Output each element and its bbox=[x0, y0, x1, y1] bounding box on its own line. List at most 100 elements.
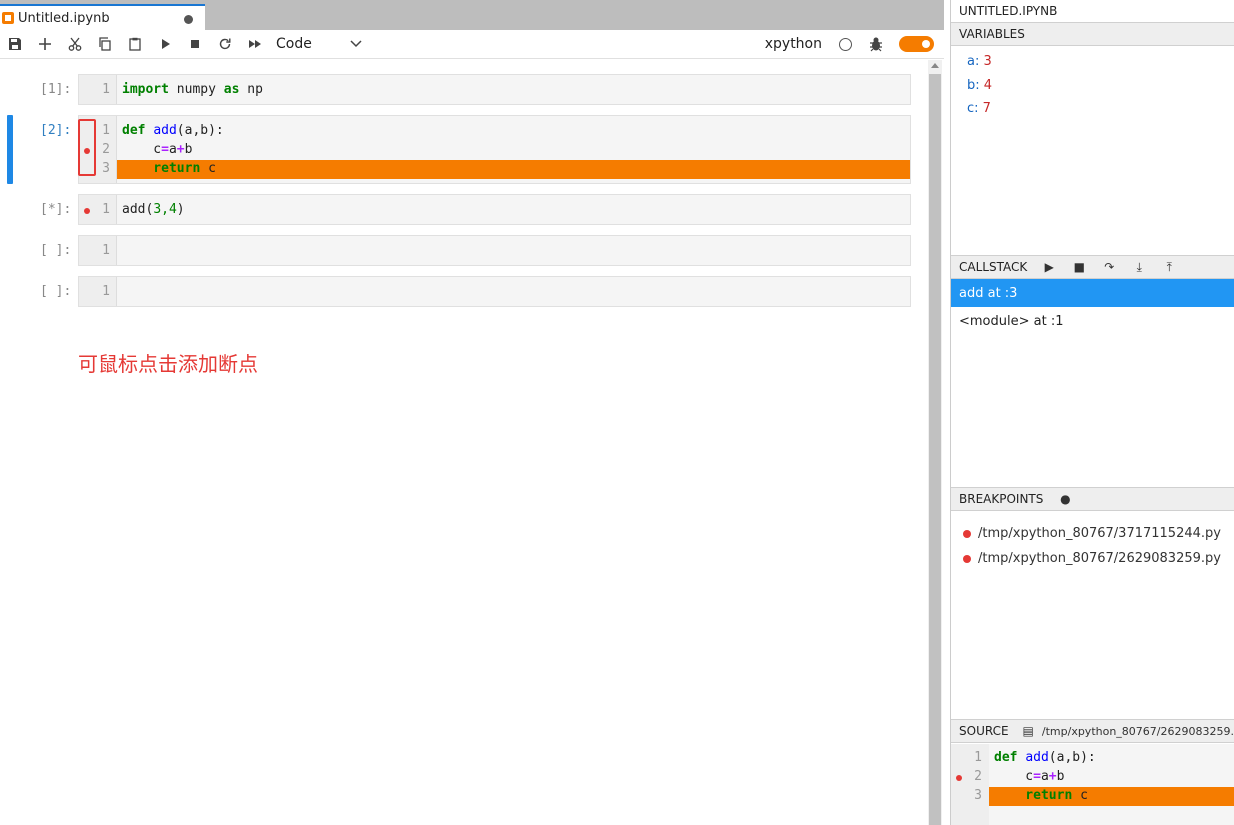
paste-icon bbox=[129, 37, 141, 51]
line-number: 1 bbox=[102, 243, 110, 258]
tab-notebook[interactable]: Untitled.ipynb bbox=[0, 4, 205, 30]
notebook-icon bbox=[2, 12, 14, 24]
terminate-icon[interactable]: ■ bbox=[1071, 260, 1087, 274]
cell-editor[interactable]: 1 bbox=[78, 235, 911, 266]
cells-area: [1]: 1 import numpy as np [2]: 1 def add… bbox=[0, 60, 928, 825]
cell-prompt: [ ]: bbox=[40, 243, 72, 258]
scroll-up-icon[interactable] bbox=[931, 63, 939, 68]
variable-item[interactable]: a: 3 bbox=[967, 54, 992, 69]
callstack-header-label: CALLSTACK bbox=[959, 260, 1028, 274]
line-number: 2 bbox=[974, 769, 982, 784]
notebook-panel: Untitled.ipynb Code xpython [1]: 1 impor… bbox=[0, 0, 944, 825]
code-line-current: 3 return c bbox=[951, 787, 1234, 806]
cell-type-select[interactable]: Code bbox=[276, 33, 366, 55]
variables-header: VARIABLES bbox=[951, 22, 1234, 46]
variable-value: 7 bbox=[982, 101, 991, 116]
variable-name: b: bbox=[967, 78, 980, 93]
kernel-status-icon bbox=[839, 38, 852, 51]
cell-editor[interactable]: 1 bbox=[78, 276, 911, 307]
cell-prompt: [1]: bbox=[40, 82, 72, 97]
add-icon bbox=[39, 38, 51, 50]
breakpoint-icon bbox=[963, 529, 971, 538]
breakpoint-item[interactable]: /tmp/xpython_80767/3717115244.py bbox=[963, 526, 1221, 541]
cell-editor[interactable]: 1 add(3,4) bbox=[78, 194, 911, 225]
code-line: 1 import numpy as np bbox=[79, 81, 910, 100]
continue-icon[interactable]: ▶ bbox=[1041, 260, 1057, 274]
cell-prompt: [2]: bbox=[40, 123, 72, 138]
breakpoint-path: /tmp/xpython_80767/3717115244.py bbox=[978, 526, 1221, 541]
code-line: 1 add(3,4) bbox=[79, 201, 910, 220]
cell-prompt: [ ]: bbox=[40, 284, 72, 299]
code-text: add(3,4) bbox=[122, 202, 185, 217]
source-path: /tmp/xpython_80767/2629083259.py bbox=[1041, 724, 1234, 738]
step-in-icon[interactable]: ⤓ bbox=[1131, 260, 1147, 275]
kernel-name[interactable]: xpython bbox=[765, 36, 822, 52]
add-cell-button[interactable] bbox=[30, 30, 60, 58]
run-icon bbox=[162, 39, 170, 49]
code-line: 1 def add(a,b): bbox=[951, 749, 1234, 768]
breakpoint-gutter-highlight bbox=[78, 119, 96, 176]
code-line: 1 def add(a,b): bbox=[79, 122, 910, 141]
remove-breakpoints-icon[interactable]: ● bbox=[1057, 492, 1073, 506]
variable-value: 4 bbox=[983, 78, 993, 93]
current-line-highlight bbox=[117, 160, 910, 179]
code-text: c=a+b bbox=[122, 142, 193, 157]
code-text: return c bbox=[122, 161, 216, 176]
code-text: import numpy as np bbox=[122, 82, 263, 97]
bug-icon bbox=[870, 37, 882, 52]
source-header: SOURCE ▤ /tmp/xpython_80767/2629083259.p… bbox=[951, 719, 1234, 743]
cell-editor[interactable]: 1 def add(a,b): 2 c=a+b 3 return c bbox=[78, 115, 911, 184]
code-line: 1 bbox=[79, 283, 910, 302]
callstack-frame-selected[interactable]: add at :3 bbox=[951, 279, 1234, 307]
restart-button[interactable] bbox=[210, 30, 240, 58]
step-over-icon[interactable]: ↷ bbox=[1101, 260, 1117, 274]
paste-button[interactable] bbox=[120, 30, 150, 58]
run-all-icon bbox=[249, 40, 261, 48]
run-button[interactable] bbox=[150, 30, 180, 58]
notebook-scrollbar[interactable] bbox=[928, 60, 942, 825]
variable-name: c: bbox=[967, 101, 979, 116]
code-line-current: 3 return c bbox=[79, 160, 910, 179]
restart-icon bbox=[219, 38, 231, 50]
run-all-button[interactable] bbox=[240, 30, 270, 58]
breakpoint-path: /tmp/xpython_80767/2629083259.py bbox=[978, 551, 1221, 566]
variable-value: 3 bbox=[983, 54, 992, 69]
variable-item[interactable]: b: 4 bbox=[967, 78, 992, 93]
breakpoint-icon bbox=[963, 554, 971, 563]
debugger-toggle[interactable] bbox=[899, 36, 934, 52]
line-number: 1 bbox=[102, 284, 110, 299]
cell-editor[interactable]: 1 import numpy as np bbox=[78, 74, 911, 105]
save-icon bbox=[9, 38, 21, 50]
step-out-icon[interactable]: ⤒ bbox=[1161, 260, 1177, 275]
cell-type-value: Code bbox=[276, 36, 312, 52]
variables-header-label: VARIABLES bbox=[959, 27, 1025, 41]
line-number: 1 bbox=[102, 82, 110, 97]
open-source-icon[interactable]: ▤ bbox=[1023, 724, 1034, 738]
notebook-toolbar: Code xpython bbox=[0, 30, 944, 59]
tab-title: Untitled.ipynb bbox=[18, 10, 110, 26]
debugger-sidebar: UNTITLED.IPYNB VARIABLES a: 3 b: 4 c: 7 … bbox=[950, 0, 1234, 825]
breakpoints-header-label: BREAKPOINTS bbox=[959, 492, 1044, 506]
breakpoints-header: BREAKPOINTS ● bbox=[951, 487, 1234, 511]
save-button[interactable] bbox=[0, 30, 30, 58]
variable-item[interactable]: c: 7 bbox=[967, 101, 991, 116]
active-cell-indicator bbox=[7, 115, 13, 184]
copy-icon bbox=[99, 37, 111, 51]
callstack-frame[interactable]: <module> at :1 bbox=[951, 307, 1234, 335]
source-header-label: SOURCE bbox=[959, 724, 1009, 738]
code-line: 1 bbox=[79, 242, 910, 261]
stop-icon bbox=[191, 40, 199, 48]
variable-name: a: bbox=[967, 54, 980, 69]
unsaved-dot-icon[interactable] bbox=[184, 15, 193, 24]
code-text: def add(a,b): bbox=[122, 123, 224, 138]
breakpoint-item[interactable]: /tmp/xpython_80767/2629083259.py bbox=[963, 551, 1221, 566]
line-number: 1 bbox=[102, 202, 110, 217]
cut-button[interactable] bbox=[60, 30, 90, 58]
stop-button[interactable] bbox=[180, 30, 210, 58]
source-editor[interactable]: 1 def add(a,b): 2 c=a+b 3 return c bbox=[951, 744, 1234, 825]
code-text: c=a+b bbox=[994, 769, 1065, 784]
line-number: 1 bbox=[974, 750, 982, 765]
annotation-text: 可鼠标点击添加断点 bbox=[78, 352, 258, 376]
copy-button[interactable] bbox=[90, 30, 120, 58]
scroll-thumb[interactable] bbox=[929, 74, 941, 825]
